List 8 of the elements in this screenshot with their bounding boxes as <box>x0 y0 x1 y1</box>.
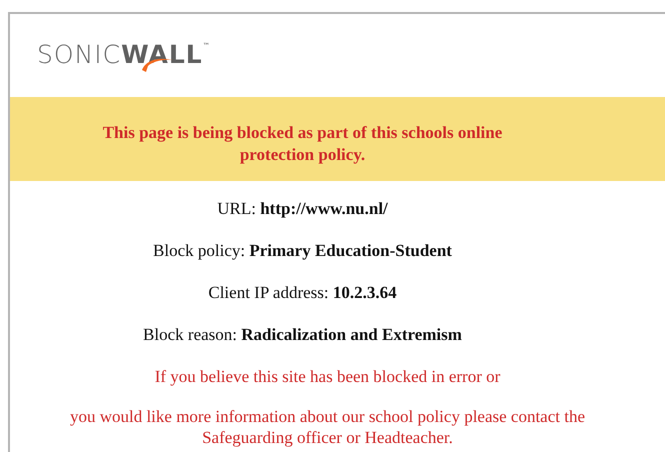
detail-line: Client IP address: 10.2.3.64 <box>208 282 397 304</box>
notice-text: you would like more information about our school policy please contact the Safeguarding officer or Headteacher. <box>68 406 586 448</box>
detail-line: Block policy: Primary Education-Student <box>153 240 452 262</box>
logo: SONICWALL$^{™}$ <box>37 42 211 71</box>
block-message: This page is being blocked as part of this schools online protection policy. <box>102 122 504 166</box>
detail-line: URL: http://www.nu.nl/ <box>217 198 388 220</box>
detail-line: Block reason: Radicalization and Extremism <box>143 324 462 346</box>
notice-text: If you believe this site has been blocked in error or <box>154 366 500 387</box>
